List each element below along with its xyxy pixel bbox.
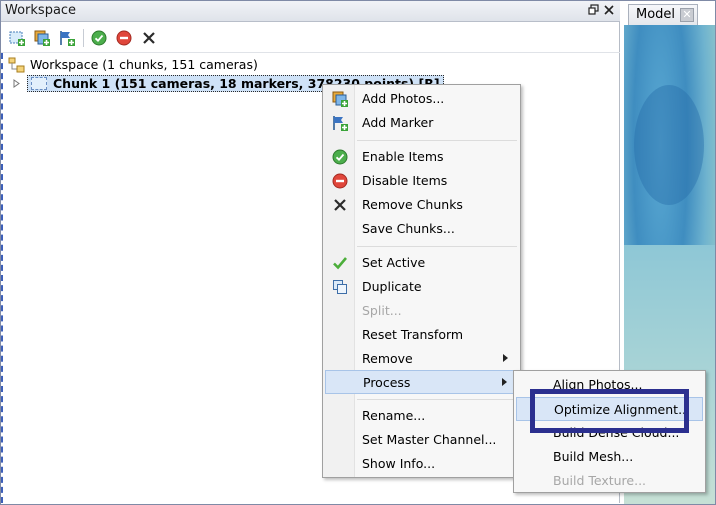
menu-item-save-chunks[interactable]: Save Chunks... — [325, 217, 518, 241]
menu-item-label: Set Master Channel... — [362, 432, 497, 447]
expand-arrow-icon[interactable] — [13, 76, 23, 91]
submenu-item-label: Build Mesh... — [553, 449, 634, 464]
menu-item-enable-items[interactable]: Enable Items — [325, 145, 518, 169]
model-render — [634, 85, 704, 205]
submenu-item-label: Build Texture... — [553, 473, 647, 488]
duplicate-icon — [331, 278, 349, 296]
menu-separator — [357, 246, 517, 247]
menu-item-set-master-channel[interactable]: Set Master Channel... — [325, 428, 518, 452]
menu-item-process[interactable]: Process — [325, 370, 518, 394]
workspace-tree-icon — [8, 57, 26, 73]
menu-item-label: Enable Items — [362, 149, 444, 164]
submenu-arrow-icon — [502, 378, 507, 386]
model-close-icon[interactable]: ✕ — [680, 8, 694, 22]
chunk-icon — [31, 77, 47, 90]
workspace-toolbar — [1, 23, 620, 53]
menu-item-label: Show Info... — [362, 456, 436, 471]
menu-item-set-active[interactable]: Set Active — [325, 251, 518, 275]
add-marker-icon — [331, 114, 349, 132]
restore-icon[interactable] — [586, 4, 600, 18]
menu-item-label: Set Active — [362, 255, 426, 270]
checkmark-icon — [331, 254, 349, 272]
menu-item-remove[interactable]: Remove — [325, 347, 518, 371]
add-photos-icon — [331, 90, 349, 108]
submenu-item-build-mesh[interactable]: Build Mesh... — [516, 445, 703, 469]
context-menu: Add Photos... Add Marker Enable Items Di… — [322, 84, 521, 478]
submenu-item-build-texture: Build Texture... — [516, 469, 703, 493]
menu-item-disable-items[interactable]: Disable Items — [325, 169, 518, 193]
menu-item-show-info[interactable]: Show Info... — [325, 452, 518, 476]
tab-model[interactable]: Model ✕ — [628, 4, 698, 25]
menu-item-label: Add Photos... — [362, 91, 445, 106]
menu-item-label: Remove — [362, 351, 413, 366]
menu-item-split: Split... — [325, 299, 518, 323]
menu-item-label: Rename... — [362, 408, 426, 423]
menu-item-label: Split... — [362, 303, 402, 318]
menu-item-label: Disable Items — [362, 173, 448, 188]
menu-item-remove-chunks[interactable]: Remove Chunks — [325, 193, 518, 217]
menu-item-rename[interactable]: Rename... — [325, 404, 518, 428]
menu-item-duplicate[interactable]: Duplicate — [325, 275, 518, 299]
tree-root-row[interactable]: Workspace (1 chunks, 151 cameras) — [8, 55, 258, 74]
model-tab-label: Model — [636, 7, 676, 22]
menu-item-label: Duplicate — [362, 279, 422, 294]
disable-icon — [331, 172, 349, 190]
menu-item-label: Process — [363, 375, 411, 390]
disable-icon[interactable] — [114, 28, 134, 48]
enable-icon[interactable] — [89, 28, 109, 48]
menu-item-label: Save Chunks... — [362, 221, 455, 236]
submenu-arrow-icon — [503, 354, 508, 362]
tree-root-label: Workspace (1 chunks, 151 cameras) — [30, 57, 258, 72]
menu-item-label: Reset Transform — [362, 327, 464, 342]
menu-separator — [357, 140, 517, 141]
menu-item-label: Add Marker — [362, 115, 434, 130]
workspace-titlebar: Workspace — [1, 1, 620, 22]
annotation-highlight-box — [530, 389, 689, 433]
add-photos-icon[interactable] — [32, 28, 52, 48]
enable-icon — [331, 148, 349, 166]
toolbar-separator — [83, 29, 84, 47]
menu-item-reset-transform[interactable]: Reset Transform — [325, 323, 518, 347]
menu-separator — [357, 399, 517, 400]
menu-item-add-marker[interactable]: Add Marker — [325, 111, 518, 135]
remove-icon — [331, 196, 349, 214]
add-chunk-icon[interactable] — [7, 28, 27, 48]
workspace-title: Workspace — [5, 3, 77, 18]
menu-item-add-photos[interactable]: Add Photos... — [325, 87, 518, 111]
remove-icon[interactable] — [139, 28, 159, 48]
menu-item-label: Remove Chunks — [362, 197, 463, 212]
close-icon[interactable] — [602, 4, 616, 18]
add-marker-icon[interactable] — [57, 28, 77, 48]
